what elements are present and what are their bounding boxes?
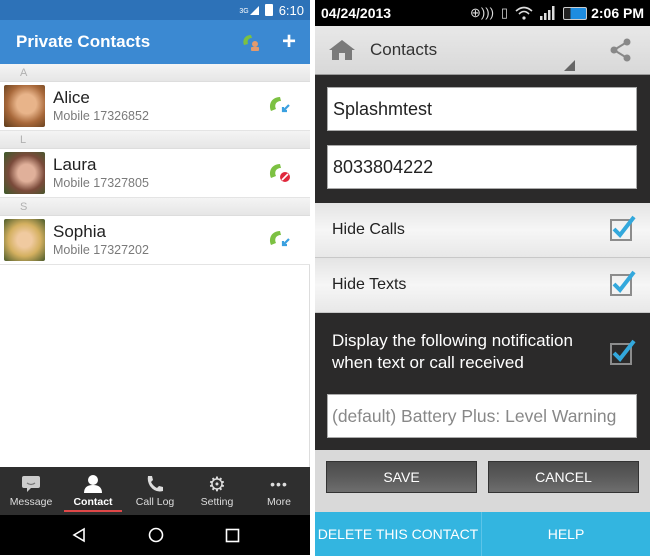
home-button[interactable] — [148, 527, 164, 543]
help-button[interactable]: HELP — [482, 512, 650, 556]
left-phone-screen: 3G 6:10 Private Contacts + A Alice Mobil… — [0, 0, 310, 560]
phone-number-input[interactable]: 8033804222 — [327, 145, 637, 189]
contact-list: A Alice Mobile 17326852 L Laura Mobile 1… — [0, 64, 310, 265]
notification-checkbox[interactable] — [610, 339, 636, 365]
phone-icon — [145, 474, 165, 494]
incoming-call-icon[interactable] — [268, 94, 292, 118]
tab-label: More — [267, 496, 291, 508]
section-header: L — [0, 131, 310, 149]
contact-number: Mobile 17327202 — [53, 242, 149, 257]
avatar — [4, 219, 45, 261]
notification-section: Display the following notification when … — [315, 313, 650, 450]
button-area: SAVE CANCEL — [315, 450, 650, 512]
gear-icon: ⚙ — [208, 473, 226, 496]
incoming-call-icon[interactable] — [268, 228, 292, 252]
contact-number: Mobile 17327805 — [53, 175, 149, 190]
tab-more[interactable]: ••• More — [248, 467, 310, 515]
battery-icon — [563, 6, 588, 20]
vibrate-icon: ▯ — [500, 5, 509, 20]
checkmark-icon — [612, 215, 636, 239]
action-bar: Contacts — [315, 26, 650, 75]
status-date: 04/24/2013 — [321, 5, 392, 21]
contact-name-input[interactable]: Splashmtest — [327, 87, 637, 131]
contact-phone-icon[interactable] — [240, 31, 262, 53]
option-label: Hide Texts — [332, 276, 407, 293]
tab-message[interactable]: Message — [0, 467, 62, 515]
tab-call-log[interactable]: Call Log — [124, 467, 186, 515]
battery-icon — [264, 4, 273, 16]
bottom-action-bar: DELETE THIS CONTACT HELP — [315, 512, 650, 556]
contact-row[interactable]: Laura Mobile 17327805 — [0, 149, 310, 198]
message-icon — [21, 474, 41, 494]
cancel-button[interactable]: CANCEL — [488, 461, 639, 493]
contact-number: Mobile 17326852 — [53, 108, 149, 123]
tab-label: Setting — [200, 496, 234, 508]
status-bar: 3G 6:10 — [0, 0, 310, 20]
option-label: Hide Calls — [332, 221, 405, 238]
right-phone-screen: 04/24/2013 ⊕))) ▯ 2:06 PM Contacts Splas… — [315, 0, 650, 560]
delete-contact-button[interactable]: DELETE THIS CONTACT — [315, 512, 482, 556]
notification-tone-field[interactable]: (default) Battery Plus: Level Warning — [327, 394, 637, 438]
signal-icon: 3G — [239, 5, 259, 15]
tab-label: Call Log — [135, 496, 175, 508]
status-time: 2:06 PM — [591, 5, 644, 21]
checkmark-icon — [612, 270, 636, 294]
contact-name: Sophia — [53, 221, 106, 241]
bottom-tab-bar: Message Contact Call Log ⚙ Setting ••• M… — [0, 467, 310, 515]
back-button[interactable] — [71, 527, 87, 543]
notification-label: Display the following notification when … — [332, 331, 573, 372]
section-header: A — [0, 64, 310, 82]
tab-setting[interactable]: ⚙ Setting — [186, 467, 248, 515]
home-icon[interactable] — [328, 39, 356, 61]
contact-row[interactable]: Alice Mobile 17326852 — [0, 82, 310, 131]
contact-name: Alice — [53, 87, 90, 107]
contact-row[interactable]: Sophia Mobile 17327202 — [0, 216, 310, 265]
avatar — [4, 85, 45, 127]
tab-contact[interactable]: Contact — [62, 467, 124, 515]
contact-name: Laura — [53, 154, 97, 174]
save-button[interactable]: SAVE — [326, 461, 477, 493]
hide-texts-option[interactable]: Hide Texts — [315, 258, 650, 313]
hide-texts-checkbox[interactable] — [610, 270, 636, 296]
person-icon — [83, 474, 103, 494]
hide-calls-checkbox[interactable] — [610, 215, 636, 241]
app-bar: Private Contacts + — [0, 20, 310, 64]
dropdown-indicator-icon — [564, 60, 575, 71]
signal-icon — [540, 6, 555, 20]
status-time: 6:10 — [278, 2, 304, 18]
action-bar-title[interactable]: Contacts — [370, 40, 608, 60]
checkmark-icon — [612, 339, 636, 363]
recents-button[interactable] — [225, 528, 240, 543]
share-icon[interactable] — [608, 37, 634, 63]
tab-label: Message — [9, 496, 53, 508]
status-bar: 04/24/2013 ⊕))) ▯ 2:06 PM — [315, 0, 650, 26]
hide-calls-option[interactable]: Hide Calls — [315, 203, 650, 258]
more-icon: ••• — [270, 476, 288, 492]
nfc-icon: ⊕))) — [470, 5, 494, 20]
blocked-call-icon[interactable] — [268, 161, 292, 185]
section-header: S — [0, 198, 310, 216]
tab-label: Contact — [73, 496, 113, 508]
app-title: Private Contacts — [16, 32, 151, 51]
wifi-icon — [515, 6, 533, 20]
avatar — [4, 152, 45, 194]
system-nav-bar — [0, 515, 310, 555]
add-contact-button[interactable]: + — [282, 30, 296, 54]
